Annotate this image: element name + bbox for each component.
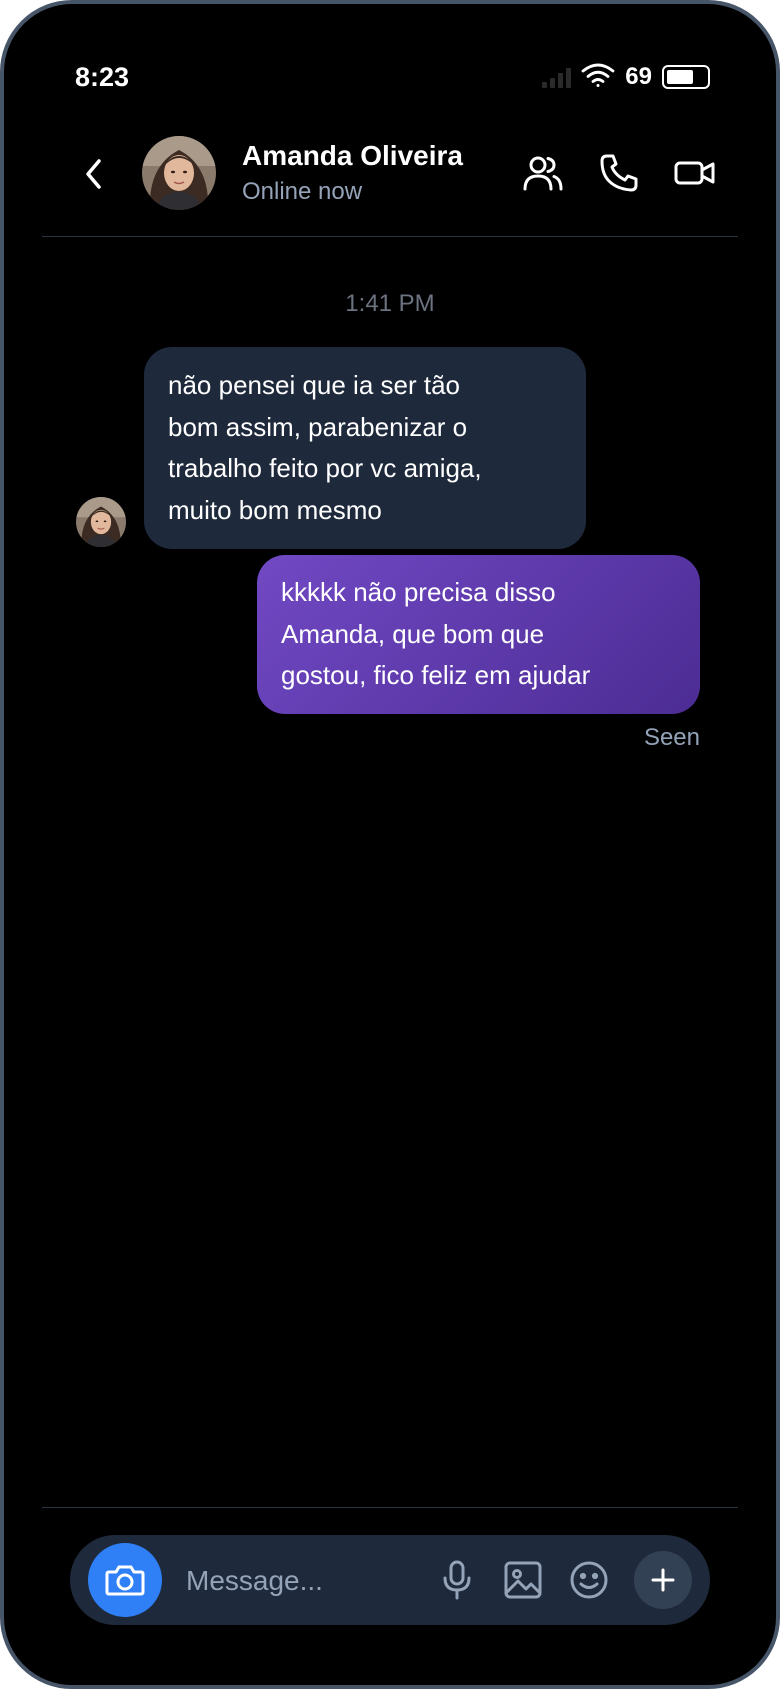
- contact-avatar[interactable]: [142, 136, 216, 210]
- incoming-message-bubble[interactable]: não pensei que ia ser tão bom assim, par…: [144, 347, 586, 549]
- message-composer: [70, 1535, 710, 1625]
- phone-icon: [600, 154, 638, 192]
- message-line: Amanda, que bom que: [281, 618, 545, 649]
- battery-icon: [662, 65, 710, 89]
- gallery-button[interactable]: [500, 1548, 546, 1612]
- message-line: gostou, fico feliz em ajudar: [281, 660, 591, 690]
- message-line: kkkkk não precisa disso: [281, 577, 556, 607]
- contact-status: Online now: [242, 178, 363, 205]
- message-line: muito bom mesmo: [168, 494, 382, 525]
- more-options-button[interactable]: [634, 1551, 692, 1609]
- call-button[interactable]: [598, 152, 640, 194]
- video-call-button[interactable]: [674, 152, 716, 194]
- message-line: não pensei que ia ser tão: [168, 370, 460, 400]
- camera-icon: [105, 1565, 145, 1596]
- back-button[interactable]: [74, 154, 114, 194]
- camera-button[interactable]: [88, 1543, 162, 1617]
- outgoing-message-bubble[interactable]: kkkkk não precisa disso Amanda, que bom …: [257, 555, 700, 714]
- seen-receipt: Seen: [643, 724, 700, 751]
- cellular-signal-icon: [542, 66, 572, 88]
- image-icon: [504, 1561, 542, 1599]
- plus-icon: [651, 1568, 675, 1592]
- battery-percent: 69: [625, 63, 652, 90]
- message-timestamp: 1:41 PM: [345, 290, 435, 317]
- chevron-left-icon: [86, 159, 101, 189]
- status-indicators: 69: [542, 60, 710, 94]
- emoji-button[interactable]: [566, 1548, 612, 1612]
- wifi-icon: [581, 62, 615, 93]
- smiley-icon: [570, 1561, 608, 1599]
- status-time: 8:23: [75, 62, 130, 92]
- users-icon: [523, 156, 563, 191]
- message-line: bom assim, parabenizar o: [168, 411, 468, 442]
- microphone-icon: [443, 1560, 471, 1600]
- status-bar: 8:23 69: [4, 4, 776, 124]
- battery-fill: [667, 70, 693, 84]
- message-input[interactable]: [184, 1553, 408, 1609]
- voice-message-button[interactable]: [434, 1548, 480, 1612]
- sender-avatar[interactable]: [76, 497, 126, 547]
- group-button[interactable]: [522, 152, 564, 194]
- composer-divider: [42, 1507, 738, 1508]
- video-icon: [674, 161, 715, 185]
- message-line: trabalho feito por vc amiga,: [168, 453, 482, 483]
- composer-actions: [434, 1548, 692, 1612]
- contact-name[interactable]: Amanda Oliveira: [242, 140, 463, 172]
- phone-frame: 8:23 69 Amanda Oliveira Online now 1:41 …: [0, 0, 780, 1689]
- header-actions: [522, 152, 716, 194]
- chat-header: Amanda Oliveira Online now: [42, 124, 738, 237]
